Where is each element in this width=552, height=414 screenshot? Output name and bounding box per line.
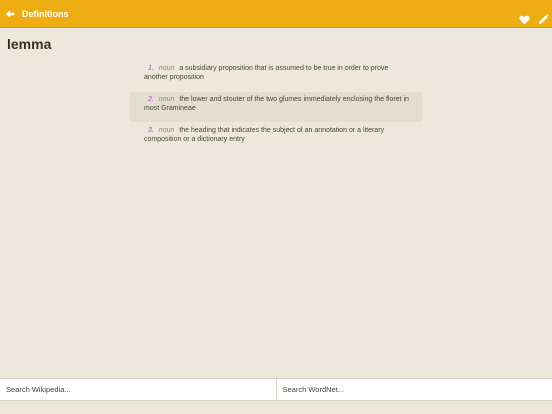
search-bar (0, 378, 552, 401)
definition-gloss: the heading that indicates the subject o… (144, 127, 385, 143)
definition-item-1[interactable]: 1. noun a subsidiary proposition that is… (130, 61, 422, 91)
pencil-icon (538, 14, 549, 25)
definition-item-2[interactable]: 2. noun the lower and stouter of the two… (130, 92, 422, 122)
definition-gloss: a subsidiary proposition that is assumed… (144, 65, 389, 81)
definition-list: 1. noun a subsidiary proposition that is… (130, 61, 422, 154)
definition-number: 1. (148, 65, 154, 72)
search-wikipedia-input[interactable] (0, 379, 276, 400)
navigation-bar: Definitions (0, 0, 552, 28)
entry-word: lemma (7, 36, 52, 52)
search-wordnet-input[interactable] (276, 379, 552, 400)
definition-gloss: the lower and stouter of the two glumes … (144, 96, 409, 112)
definition-item-3[interactable]: 3. noun the heading that indicates the s… (130, 123, 422, 153)
part-of-speech: noun (158, 96, 175, 103)
heart-icon (519, 15, 530, 25)
definition-number: 2. (148, 96, 154, 103)
favorite-button[interactable] (519, 12, 530, 25)
arrow-left-icon (6, 9, 15, 18)
part-of-speech: noun (158, 65, 175, 72)
page-title: Definitions (22, 9, 69, 19)
part-of-speech: noun (158, 127, 175, 134)
definition-number: 3. (148, 127, 154, 134)
back-button[interactable] (5, 8, 15, 19)
edit-button[interactable] (538, 12, 549, 25)
